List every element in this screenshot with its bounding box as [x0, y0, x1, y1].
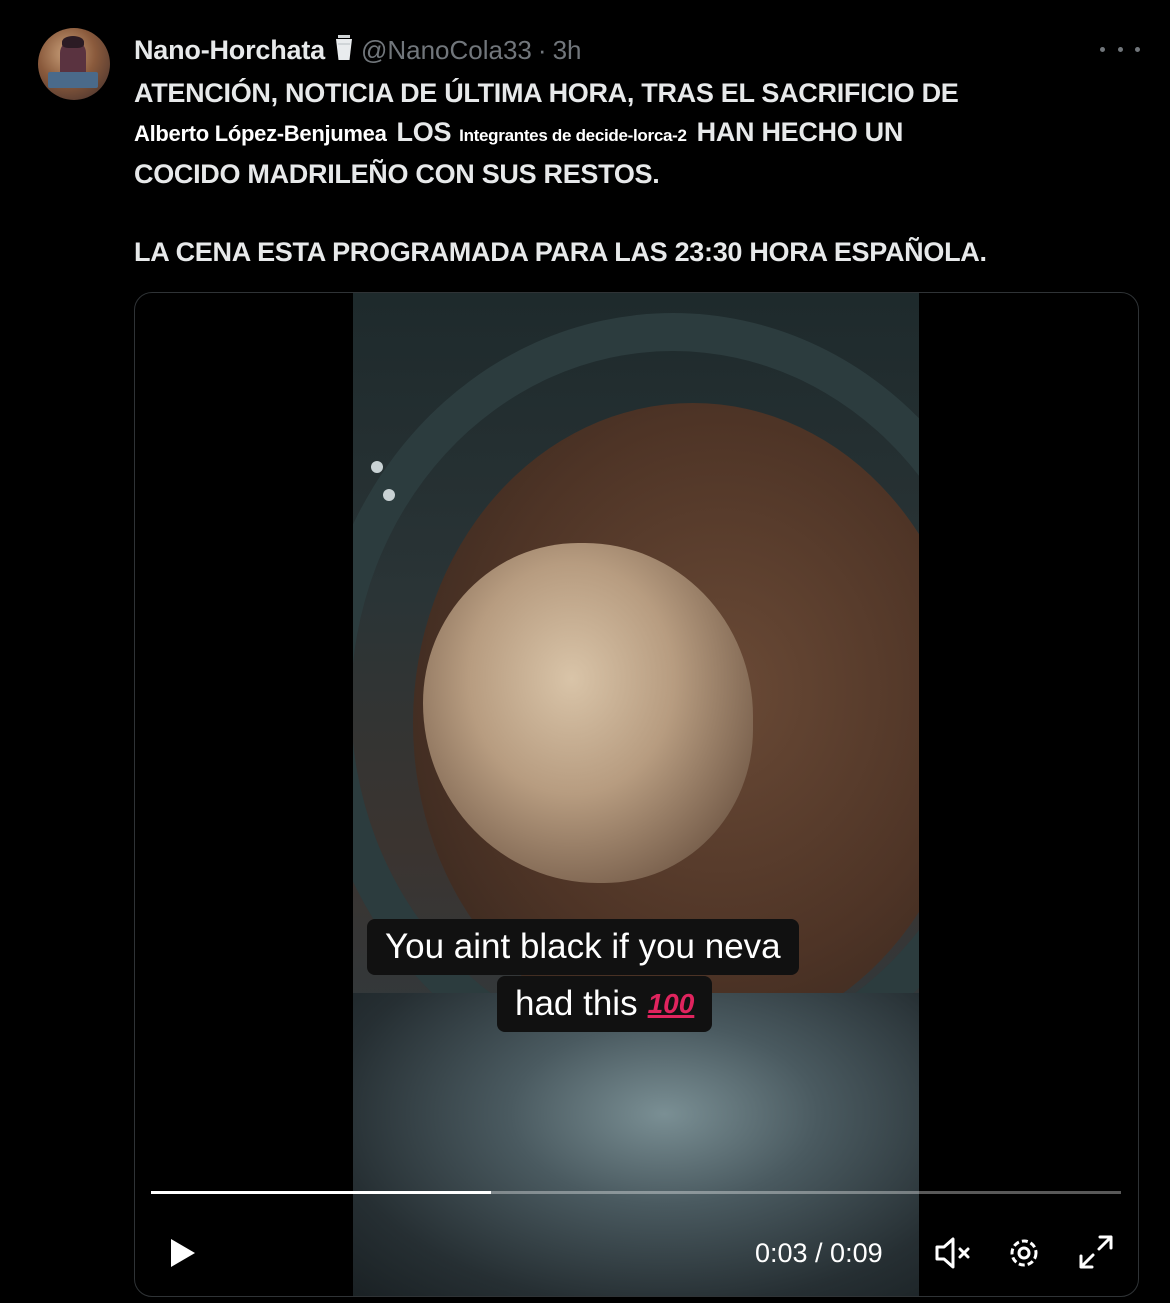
video-caption-line: had this 100 — [497, 976, 713, 1032]
separator-dot: · — [537, 34, 547, 65]
mention-user[interactable]: Alberto López-Benjumea — [134, 121, 387, 146]
tweet-text: ATENCIÓN, NOTICIA DE ÚLTIMA HORA, TRAS E… — [134, 74, 1134, 272]
video-caption-line: You aint black if you neva — [367, 919, 799, 975]
display-name[interactable]: Nano-Horchata — [134, 35, 325, 66]
mention-group[interactable]: Integrantes de decide-lorca-2 — [459, 126, 687, 145]
tweet-line-mentions: Alberto López-Benjumea LOS Integrantes de … — [134, 113, 1134, 155]
video-caption-text: had this — [515, 984, 638, 1023]
expand-icon[interactable] — [1075, 1231, 1117, 1273]
avatar-hat — [62, 36, 84, 48]
cup-icon — [335, 34, 353, 66]
tweet-line: ATENCIÓN, NOTICIA DE ÚLTIMA HORA, TRAS E… — [134, 78, 959, 108]
tweet-line: LA CENA ESTA PROGRAMADA PARA LAS 23:30 H… — [134, 237, 987, 267]
gear-icon[interactable] — [1005, 1233, 1043, 1273]
avatar[interactable] — [38, 28, 110, 100]
progress-fill — [151, 1191, 491, 1194]
rivet — [383, 489, 395, 501]
rivet — [371, 461, 383, 473]
play-icon[interactable] — [161, 1233, 201, 1273]
tweet-line: COCIDO MADRILEÑO CON SUS RESTOS. — [134, 159, 660, 189]
progress-bar[interactable] — [151, 1191, 1121, 1194]
video-player[interactable]: You aint black if you neva had this 100 … — [134, 292, 1139, 1297]
hundred-points-icon: 100 — [647, 988, 695, 1019]
video-time: 0:03 / 0:09 — [755, 1238, 883, 1268]
tweet-word: HAN HECHO UN — [696, 117, 904, 147]
mute-icon[interactable] — [933, 1235, 973, 1271]
tweet-header: Nano-Horchata @NanoCola33 · 3h — [134, 30, 581, 70]
avatar-sign — [48, 72, 98, 88]
video-frame[interactable] — [353, 293, 919, 1296]
video-controls: 0:03 / 0:09 — [135, 1223, 1138, 1283]
tweet-timestamp[interactable]: 3h — [553, 35, 582, 66]
more-options-icon[interactable] — [1100, 34, 1140, 64]
user-handle[interactable]: @NanoCola33 — [361, 35, 532, 66]
tweet-word: LOS — [396, 117, 452, 147]
